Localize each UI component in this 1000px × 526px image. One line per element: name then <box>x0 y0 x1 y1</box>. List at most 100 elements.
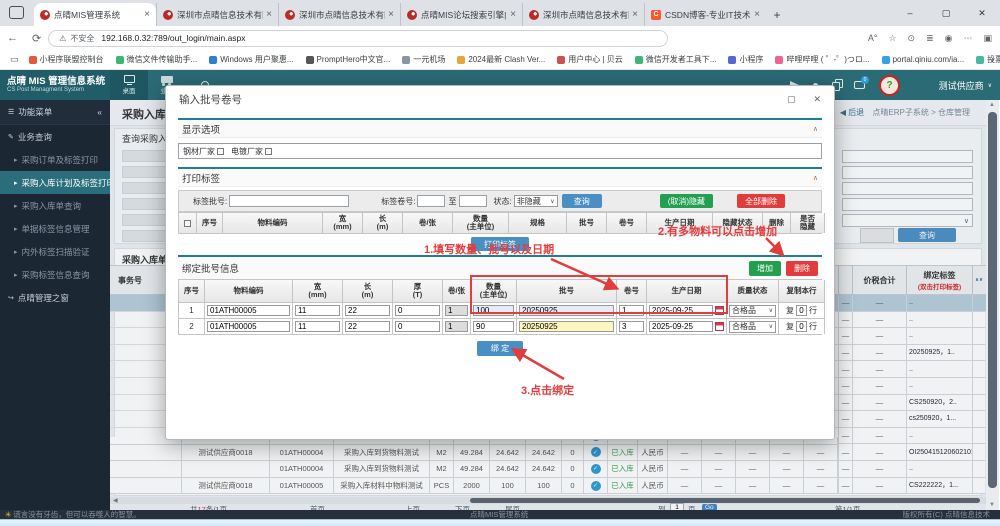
tab-close-icon[interactable]: × <box>144 9 150 20</box>
sidebar-item[interactable]: ✎ 业务查询 <box>0 125 110 148</box>
bookmark-item[interactable]: 微信开发者工具下... <box>634 54 716 65</box>
display-options-header[interactable]: 显示选项 ∧ <box>178 120 822 138</box>
thickness-input[interactable] <box>395 321 440 332</box>
delete-all-button[interactable]: 全部删除 <box>737 194 786 208</box>
addressbar-icon[interactable]: ◉ <box>945 33 953 44</box>
date-input[interactable] <box>649 305 713 316</box>
label-search-button[interactable]: 查询 <box>561 194 602 208</box>
calendar-icon[interactable] <box>715 306 724 315</box>
sidebar-item[interactable]: ▸ 内外标签扫描验证 <box>0 240 110 263</box>
vertical-scrollbar[interactable]: ▲ ▼ <box>986 100 999 510</box>
copy-count-input[interactable] <box>796 321 807 332</box>
batch-input[interactable] <box>519 305 614 316</box>
roll-input[interactable] <box>445 305 468 316</box>
back-icon[interactable]: ← <box>7 32 18 44</box>
tab-close-icon[interactable]: × <box>510 9 516 20</box>
window-maximize-button[interactable]: ▢ <box>928 0 964 26</box>
bookmark-item[interactable]: Windows 用户聚惠... <box>209 54 294 65</box>
tab-close-icon[interactable]: × <box>754 9 760 20</box>
select-all-checkbox[interactable] <box>184 219 191 227</box>
bookmarks-overflow-icon[interactable]: › <box>991 54 994 65</box>
tab-close-icon[interactable]: × <box>632 9 638 20</box>
bookmark-item[interactable]: 一元机场 <box>402 54 445 65</box>
sidebar-menu-header[interactable]: ☰ 功能菜单 « <box>0 100 110 125</box>
workspaces-icon[interactable] <box>9 6 24 19</box>
sidebar-item[interactable]: ▸ 采购订单及标签打印 <box>0 148 110 171</box>
bookmark-item[interactable]: 小程序 <box>728 54 763 65</box>
rollno-input[interactable] <box>619 305 644 316</box>
qty-input[interactable] <box>473 305 514 316</box>
length-input[interactable] <box>345 321 390 332</box>
status-select[interactable]: 非隐藏 ∨ <box>513 195 558 207</box>
browser-tab[interactable]: C CSDN博客-专业IT技术发表平台× <box>644 3 766 26</box>
vertical-scroll-thumb[interactable] <box>988 112 997 488</box>
url-text[interactable]: 192.168.0.32:789/out_login/main.aspx <box>101 33 245 43</box>
user-menu[interactable]: 测试供应商 ∨ <box>939 70 992 100</box>
collapse-icon[interactable]: ∧ <box>813 125 818 133</box>
addressbar-icon[interactable]: ☆ <box>888 33 896 44</box>
collapse-icon[interactable]: ∧ <box>813 174 818 182</box>
add-row-button[interactable]: 增加 <box>749 260 781 276</box>
bookmark-item[interactable]: 投票局-微信投票平... <box>976 54 1000 65</box>
bookmark-item[interactable]: PromptHero中文官... <box>305 54 390 65</box>
rollno-input[interactable] <box>619 321 644 332</box>
url-bar[interactable]: ⚠ 不安全 192.168.0.32:789/out_login/main.as… <box>48 29 669 47</box>
batch-input[interactable] <box>519 321 614 332</box>
bookmark-item[interactable]: 哔哩哔哩 ( ゜-゜)つロ... <box>775 54 870 65</box>
modal-restore-icon[interactable]: ▢ <box>787 94 796 105</box>
refresh-icon[interactable]: ⟳ <box>32 32 41 45</box>
browser-tab[interactable]: 点晴MIS管理系统 × <box>34 3 156 26</box>
addressbar-icon[interactable]: A° <box>868 33 878 43</box>
print-label-header[interactable]: 打印标签 ∧ <box>178 169 822 187</box>
bookmark-item[interactable]: 用户中心 | 贝云 <box>557 54 623 65</box>
sidebar-item[interactable]: ▸ 采购入库计划及标签打印 <box>0 171 110 194</box>
tab-close-icon[interactable]: × <box>388 9 394 20</box>
material-code-input[interactable] <box>207 305 290 316</box>
new-tab-button[interactable]: + <box>766 4 788 26</box>
date-input[interactable] <box>649 321 713 332</box>
window-close-button[interactable]: ✕ <box>964 0 1000 26</box>
unhide-button[interactable]: (取消)隐藏 <box>659 194 714 208</box>
nav-desktop[interactable]: 桌面 <box>110 70 148 100</box>
scroll-up-icon[interactable]: ▲ <box>989 102 995 108</box>
bookmark-item[interactable]: 微信文件传输助手... <box>115 54 197 65</box>
window-minimize-button[interactable]: – <box>892 0 928 26</box>
calendar-icon[interactable] <box>715 322 724 331</box>
modal-titlebar[interactable]: 输入批号卷号 ▢ ✕ <box>166 86 834 112</box>
quality-select[interactable]: 合格品 ∨ <box>729 320 776 333</box>
steel-vendor-checkbox[interactable] <box>217 147 224 155</box>
width-input[interactable] <box>295 321 340 332</box>
label-roll-to-input[interactable] <box>459 195 488 207</box>
qty-input[interactable] <box>473 321 514 332</box>
label-batch-input[interactable] <box>229 195 350 207</box>
label-roll-from-input[interactable] <box>417 195 446 207</box>
delete-row-button[interactable]: 删除 <box>786 260 818 276</box>
sidebar-item[interactable]: ▸ 采购标签信息查询 <box>0 263 110 286</box>
browser-tab[interactable]: 深圳市点晴信息技术有限公司点晴× <box>278 3 400 26</box>
sidebar-item[interactable]: ↪ 点晴管理之窗 <box>0 286 110 309</box>
app-logo[interactable]: 点晴 MIS 管理信息系统 CS Post Managment System <box>0 70 110 100</box>
avatar[interactable]: ? <box>879 74 900 96</box>
material-code-input[interactable] <box>207 321 290 332</box>
addressbar-icon[interactable]: ▣ <box>983 33 992 44</box>
copy-count-input[interactable] <box>796 305 807 316</box>
sidebar-collapse-icon[interactable]: « <box>97 107 102 117</box>
browser-tab[interactable]: 深圳市点晴信息技术有限公司点晴× <box>156 3 278 26</box>
chat-icon[interactable]: 0 <box>854 76 869 89</box>
sidebar-item[interactable]: ▸ 单据标签信息管理 <box>0 217 110 240</box>
bookmark-item[interactable]: 2024最新 Clash Ver... <box>457 54 545 65</box>
bookmark-item[interactable]: portal.qiniu.com/ia... <box>881 55 964 64</box>
length-input[interactable] <box>345 305 390 316</box>
width-input[interactable] <box>295 305 340 316</box>
scroll-down-icon[interactable]: ▼ <box>989 502 995 508</box>
browser-tab[interactable]: 点晴MIS论坛搜索引擎|点晴免费O× <box>400 3 522 26</box>
roll-input[interactable] <box>445 321 468 332</box>
quality-select[interactable]: 合格品 ∨ <box>729 304 776 317</box>
thickness-input[interactable] <box>395 305 440 316</box>
plating-vendor-checkbox[interactable] <box>265 147 272 155</box>
modal-close-icon[interactable]: ✕ <box>813 94 821 105</box>
addressbar-icon[interactable]: ⊙ <box>908 33 916 44</box>
addressbar-icon[interactable]: ⋯ <box>963 33 972 44</box>
sidebar-item[interactable]: ▸ 采购入库单查询 <box>0 194 110 217</box>
bookmarks-panel-icon[interactable]: ▭ <box>10 54 19 65</box>
